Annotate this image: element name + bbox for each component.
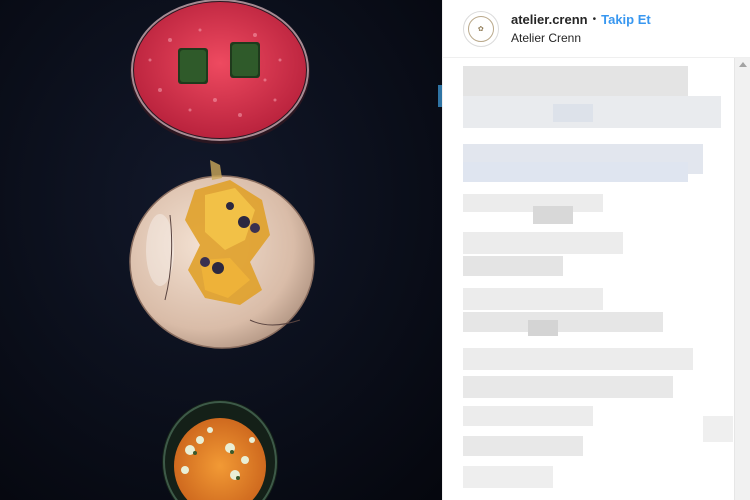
atelier-crenn-logo-icon: ✿	[468, 15, 494, 42]
location-link[interactable]: Atelier Crenn	[511, 30, 651, 46]
header-text: atelier.crenn • Takip Et Atelier Crenn	[511, 12, 651, 46]
post-header: ✿ atelier.crenn • Takip Et Atelier Crenn	[443, 0, 750, 58]
username-link[interactable]: atelier.crenn	[511, 12, 588, 28]
header-row: atelier.crenn • Takip Et	[511, 12, 651, 28]
post-photo[interactable]	[0, 0, 442, 500]
dishes-image	[0, 0, 442, 500]
instagram-post: ✿ atelier.crenn • Takip Et Atelier Crenn	[0, 0, 750, 500]
blurred-comments	[463, 66, 733, 500]
follow-button[interactable]: Takip Et	[601, 12, 651, 28]
avatar[interactable]: ✿	[463, 10, 499, 47]
post-sidebar: ✿ atelier.crenn • Takip Et Atelier Crenn	[442, 0, 750, 500]
scroll-up-arrow-icon[interactable]	[739, 62, 747, 67]
separator-dot: •	[592, 13, 597, 25]
sidebar-scrollbar[interactable]	[734, 58, 750, 500]
